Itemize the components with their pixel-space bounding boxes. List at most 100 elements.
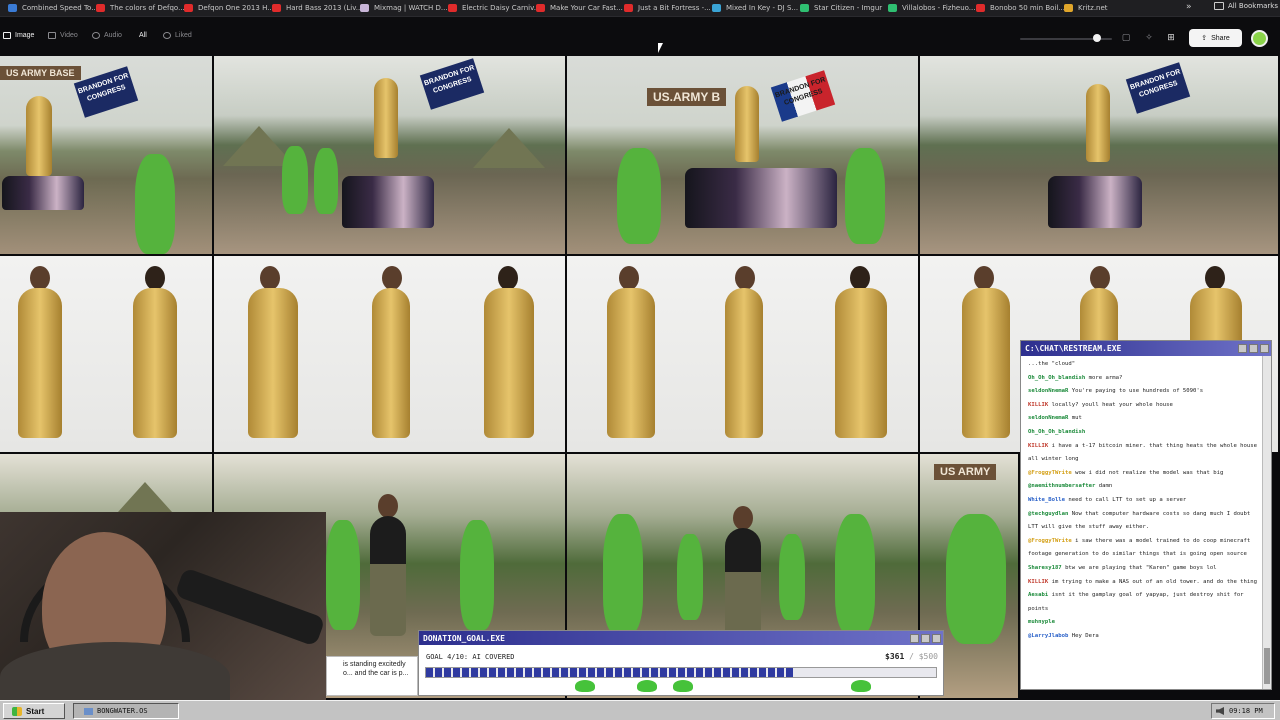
all-bookmarks-button[interactable]: All Bookmarks <box>1214 2 1278 10</box>
bookmarks-overflow-icon[interactable]: » <box>1186 2 1192 12</box>
tile-flag: BRANDON FOR CONGRESS <box>1125 62 1191 114</box>
avatar[interactable] <box>1251 30 1268 47</box>
media-toolbar: Image Video Audio All Liked ▢ ✧ ⊞ ⇪ Shar… <box>0 17 1280 56</box>
start-button[interactable]: Start <box>3 703 65 719</box>
bookmark-item[interactable]: Just a Bit Fortress -... <box>624 4 712 12</box>
tile-figure <box>725 528 761 638</box>
bookmark-item[interactable]: Mixed In Key - DJ S... <box>712 4 800 12</box>
gallery-tile-camp-flag-1[interactable]: US ARMY BASE BRANDON FOR CONGRESS <box>0 56 214 256</box>
chat-text: isnt it the gamplay goal of yapyap, just… <box>1028 592 1244 612</box>
chat-username[interactable]: Oh_Oh_Oh_blandish <box>1028 429 1085 435</box>
tab-video[interactable]: Video <box>48 32 78 39</box>
bookmark-item[interactable]: Make Your Car Fast... <box>536 4 624 12</box>
chat-username[interactable]: Sharesy187 <box>1028 565 1062 571</box>
minimize-icon[interactable] <box>910 633 919 643</box>
bookmark-favicon-icon <box>448 4 457 12</box>
filter-liked-label: Liked <box>175 32 192 39</box>
chat-username[interactable]: KILLIK <box>1028 443 1048 449</box>
taskbar: Start BONGWATER.OS 09:18 PM <box>0 700 1280 720</box>
chat-username[interactable]: seldonNnemaR <box>1028 415 1068 421</box>
tile-figure <box>974 266 994 290</box>
system-tray: 09:18 PM <box>1211 703 1275 719</box>
tile-figure <box>498 266 518 290</box>
volume-icon[interactable] <box>1216 707 1224 715</box>
tile-frog <box>845 148 885 244</box>
bookmark-favicon-icon <box>976 4 985 12</box>
bookmark-favicon-icon <box>96 4 105 12</box>
tab-image[interactable]: Image <box>3 32 34 39</box>
chat-username[interactable]: KILLIK <box>1028 402 1048 408</box>
tile-figure <box>607 288 655 438</box>
chat-username[interactable]: seldonNnemaR <box>1028 388 1068 394</box>
gallery-tile-camp-flag-3[interactable]: US.ARMY B BRANDON FOR CONGRESS <box>567 56 920 256</box>
chat-message: @naemithnumbersafter damn <box>1028 480 1259 494</box>
filter-liked[interactable]: Liked <box>163 32 192 39</box>
bookmark-item[interactable]: Kritz.net <box>1064 4 1152 12</box>
donation-target: / $500 <box>909 652 938 661</box>
zoom-slider-handle[interactable] <box>1093 34 1101 42</box>
donation-goal-widget: DONATION_GOAL.EXE GOAL 4/10: AI COVERED … <box>418 630 944 696</box>
share-button[interactable]: ⇪ Share <box>1189 29 1242 47</box>
taskbar-item-bongwater[interactable]: BONGWATER.OS <box>73 703 179 719</box>
tile-figure <box>733 506 753 530</box>
minimize-icon[interactable] <box>1238 344 1247 353</box>
chat-title-bar[interactable]: C:\CHAT\RESTREAM.EXE <box>1021 341 1271 356</box>
grid-small-icon[interactable]: ▢ <box>1121 33 1131 43</box>
bookmark-item[interactable]: Mixmag | WATCH D... <box>360 4 448 12</box>
tile-sign: US ARMY BASE <box>0 66 81 80</box>
share-icon: ⇪ <box>1201 35 1208 42</box>
chat-username[interactable]: muhnyple <box>1028 619 1055 625</box>
tile-frog <box>835 514 875 634</box>
tile-figure <box>835 288 887 438</box>
donation-title-bar[interactable]: DONATION_GOAL.EXE <box>419 631 943 645</box>
chat-username[interactable]: @FroggyTWrite <box>1028 470 1072 476</box>
bookmark-label: Villalobos - Fizheuo... <box>902 4 976 12</box>
donation-current: $361 <box>885 652 905 661</box>
bookmark-item[interactable]: Defqon One 2013 H... <box>184 4 272 12</box>
bookmark-item[interactable]: Bonobo 50 min Boil... <box>976 4 1064 12</box>
image-icon <box>3 32 11 39</box>
chat-username[interactable]: Aesabi <box>1028 592 1048 598</box>
donation-body: GOAL 4/10: AI COVERED $361 / $500 <box>419 645 943 695</box>
bookmark-item[interactable]: Combined Speed To... <box>8 4 96 12</box>
taskbar-item-label: BONGWATER.OS <box>97 707 148 715</box>
settings-icon[interactable]: ✧ <box>1144 33 1154 43</box>
bookmark-label: Star Citizen - Imgur <box>814 4 883 12</box>
chat-username[interactable]: @techguydlan <box>1028 511 1068 517</box>
bookmark-item[interactable]: Villalobos - Fizheuo... <box>888 4 976 12</box>
filter-all[interactable]: All <box>139 32 147 39</box>
chat-username[interactable]: KILLIK <box>1028 579 1048 585</box>
maximize-icon[interactable] <box>921 633 930 643</box>
close-icon[interactable] <box>1260 344 1269 353</box>
gallery-tile-robe-turnaround-2[interactable] <box>214 256 567 454</box>
audio-icon <box>92 32 100 39</box>
gallery-tile-robe-turnaround-1[interactable] <box>0 256 214 454</box>
grid-view-icon[interactable]: ⊞ <box>1166 33 1176 43</box>
bookmark-item[interactable]: Electric Daisy Carniv... <box>448 4 536 12</box>
bookmark-item[interactable]: Star Citizen - Imgur <box>800 4 888 12</box>
gallery-tile-camp-flag-4[interactable]: BRANDON FOR CONGRESS <box>920 56 1280 256</box>
chat-scrollbar[interactable] <box>1262 356 1271 689</box>
gallery-tile-robe-turnaround-3[interactable] <box>567 256 920 454</box>
bookmark-item[interactable]: The colors of Defqo... <box>96 4 184 12</box>
gallery-tile-camp-flag-2[interactable]: BRANDON FOR CONGRESS <box>214 56 567 256</box>
chat-username[interactable]: @LarryJlabob <box>1028 633 1068 639</box>
chat-text: more arma? <box>1088 374 1123 381</box>
chat-username[interactable]: White_Bolle <box>1028 497 1065 503</box>
chat-scrollbar-thumb[interactable] <box>1264 648 1270 684</box>
chat-text: mut <box>1071 415 1082 422</box>
frog-icon <box>637 680 657 692</box>
chat-username[interactable]: @FroggyTWrite <box>1028 538 1072 544</box>
chat-username[interactable]: @naemithnumbersafter <box>1028 483 1095 489</box>
bookmark-label: Make Your Car Fast... <box>550 4 623 12</box>
donation-title: DONATION_GOAL.EXE <box>423 633 505 643</box>
bookmark-item[interactable]: Hard Bass 2013 (Liv... <box>272 4 360 12</box>
tab-audio[interactable]: Audio <box>92 32 122 39</box>
chat-username[interactable]: Oh_Oh_Oh_blandish <box>1028 375 1085 381</box>
tile-figure <box>133 288 177 438</box>
maximize-icon[interactable] <box>1249 344 1258 353</box>
tile-frog <box>460 520 494 630</box>
tile-figure <box>962 288 1010 438</box>
bookmark-favicon-icon <box>888 4 897 12</box>
close-icon[interactable] <box>932 633 941 643</box>
